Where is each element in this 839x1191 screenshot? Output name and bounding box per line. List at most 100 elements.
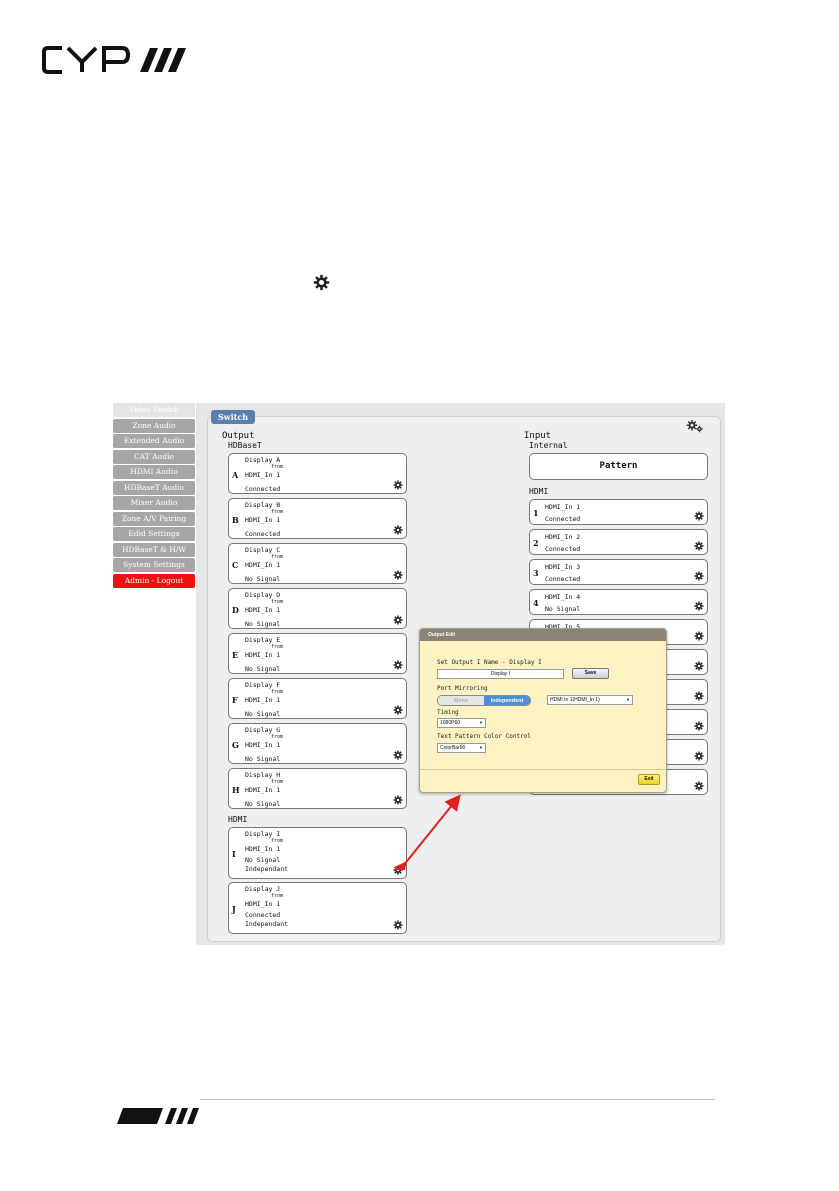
output-card[interactable]: D Display Dfrom HDMI_In 1 No Signal (228, 588, 407, 629)
input-card[interactable]: 1 HDMI_In 1 Connected (529, 499, 708, 525)
output-display-name: Display A (245, 456, 281, 464)
hdmi-output-heading: HDMI (228, 815, 248, 824)
gear-icon[interactable] (694, 781, 704, 791)
output-card[interactable]: I Display Ifrom HDMI_In 1 No Signal Independ… (228, 827, 407, 879)
input-status: No Signal (545, 605, 581, 613)
pattern-input[interactable]: Pattern (529, 453, 708, 480)
output-letter: J (232, 904, 236, 914)
output-letter: I (232, 849, 236, 859)
hdbaset-heading: HDBaseT (228, 441, 262, 450)
gear-icon[interactable] (393, 525, 403, 535)
output-card[interactable]: J Display Jfrom HDMI_In 1 Connected Independ… (228, 882, 407, 934)
sidebar-item-zone-av-pairing[interactable]: Zone A/V Pairing (113, 511, 195, 526)
sidebar: Video Switch Zone Audio Extended Audio C… (113, 403, 195, 590)
gear-icon[interactable] (694, 601, 704, 611)
output-display-name: Display J (245, 885, 281, 893)
gear-icon[interactable] (393, 660, 403, 670)
input-heading: Input (524, 431, 552, 441)
gear-icon[interactable] (393, 705, 403, 715)
color-control-label: Text Pattern Color Control (437, 733, 531, 740)
output-source: HDMI_In 1 (245, 471, 281, 479)
output-card[interactable]: G Display Gfrom HDMI_In 1 No Signal (228, 723, 407, 764)
output-from-label: from (271, 893, 284, 899)
gear-icon[interactable] (694, 661, 704, 671)
input-name: HDMI_In 1 (545, 503, 581, 511)
input-name: HDMI_In 2 (545, 533, 581, 541)
gear-icon[interactable] (694, 631, 704, 641)
gear-icon[interactable] (393, 480, 403, 490)
timing-label: Timing (437, 709, 459, 716)
tab-switch[interactable]: Switch (211, 410, 255, 424)
sidebar-item-system-settings[interactable]: System Settings (113, 558, 195, 573)
output-letter: F (232, 695, 238, 705)
save-button[interactable]: Save (572, 668, 609, 679)
exit-button[interactable]: Exit (638, 774, 660, 785)
mirror-option[interactable]: Mirror (438, 696, 484, 705)
input-card[interactable]: 2 HDMI_In 2 Connected (529, 529, 708, 555)
port-mirroring-label: Port Mirroring (437, 685, 488, 692)
output-mode: Independant (245, 865, 289, 873)
gear-icon[interactable] (694, 721, 704, 731)
output-letter: E (232, 650, 239, 660)
settings-gear-icon[interactable] (686, 419, 704, 433)
sidebar-item-edid-settings[interactable]: Edid Settings (113, 527, 195, 542)
output-letter: C (232, 560, 239, 570)
output-card[interactable]: A Display Afrom HDMI_In 1 Connected (228, 453, 407, 494)
gear-icon[interactable] (393, 920, 403, 930)
sidebar-item-hdbaset-hw[interactable]: HDBaseT & H/W (113, 542, 195, 557)
mirroring-toggle[interactable]: Mirror Independent (437, 695, 531, 706)
output-from-label: from (271, 734, 284, 740)
input-card[interactable]: 4 HDMI_In 4 No Signal (529, 589, 708, 615)
chevron-down-icon: ▼ (479, 720, 483, 725)
input-name: HDMI_In 4 (545, 593, 581, 601)
input-status: Connected (545, 515, 581, 523)
sidebar-item-hdmi-audio[interactable]: HDMI Audio (113, 465, 195, 480)
output-status: No Signal (245, 710, 281, 718)
gear-icon[interactable] (694, 691, 704, 701)
sidebar-item-hdbaset-audio[interactable]: HDBaseT Audio (113, 480, 195, 495)
sidebar-item-video-switch[interactable]: Video Switch (113, 403, 195, 417)
footer-logo (117, 1108, 199, 1124)
output-name-label: Set Output I Name - Display I (437, 659, 542, 666)
dialog-title: Output Edit (420, 629, 666, 641)
sidebar-item-cat-audio[interactable]: CAT Audio (113, 449, 195, 464)
input-number: 3 (533, 568, 539, 578)
gear-icon[interactable] (393, 750, 403, 760)
output-card[interactable]: F Display Ffrom HDMI_In 1 No Signal (228, 678, 407, 719)
gear-icon[interactable] (694, 751, 704, 761)
gear-icon[interactable] (393, 615, 403, 625)
output-from-label: from (271, 838, 284, 844)
gear-icon[interactable] (393, 570, 403, 580)
output-display-name: Display H (245, 771, 281, 779)
sidebar-item-mixer-audio[interactable]: Mixer Audio (113, 496, 195, 511)
output-name-field[interactable]: Display I (437, 669, 564, 679)
output-card[interactable]: E Display Efrom HDMI_In 1 No Signal (228, 633, 407, 674)
independent-option[interactable]: Independent (484, 696, 530, 705)
output-source: HDMI_In 1 (245, 786, 281, 794)
gear-icon[interactable] (694, 541, 704, 551)
output-card[interactable]: C Display Cfrom HDMI_In 1 No Signal (228, 543, 407, 584)
output-display-name: Display E (245, 636, 281, 644)
output-display-name: Display I (245, 830, 281, 838)
timing-select[interactable]: 1080P60 ▼ (437, 718, 486, 728)
input-card[interactable]: 3 HDMI_In 3 Connected (529, 559, 708, 585)
gear-icon[interactable] (694, 511, 704, 521)
output-from-label: from (271, 554, 284, 560)
footer-divider (200, 1099, 715, 1100)
gear-icon (313, 274, 330, 291)
sidebar-item-zone-audio[interactable]: Zone Audio (113, 418, 195, 433)
cyp-logo (42, 46, 186, 74)
gear-icon[interactable] (694, 571, 704, 581)
sidebar-item-extended-audio[interactable]: Extended Audio (113, 434, 195, 449)
output-card[interactable]: H Display Hfrom HDMI_In 1 No Signal (228, 768, 407, 809)
input-status: Connected (545, 545, 581, 553)
output-source: HDMI_In 1 (245, 900, 281, 908)
output-status: No Signal (245, 800, 281, 808)
mirror-source-select[interactable]: HDMI In 1(HDMI_In 1) ▼ (547, 695, 633, 705)
color-select[interactable]: ColorBar90 ▼ (437, 743, 486, 753)
output-card[interactable]: B Display Bfrom HDMI_In 1 Connected (228, 498, 407, 539)
output-status: No Signal (245, 665, 281, 673)
output-from-label: from (271, 644, 284, 650)
output-letter: G (232, 740, 239, 750)
sidebar-item-admin-logout[interactable]: Admin - Logout (113, 574, 195, 589)
